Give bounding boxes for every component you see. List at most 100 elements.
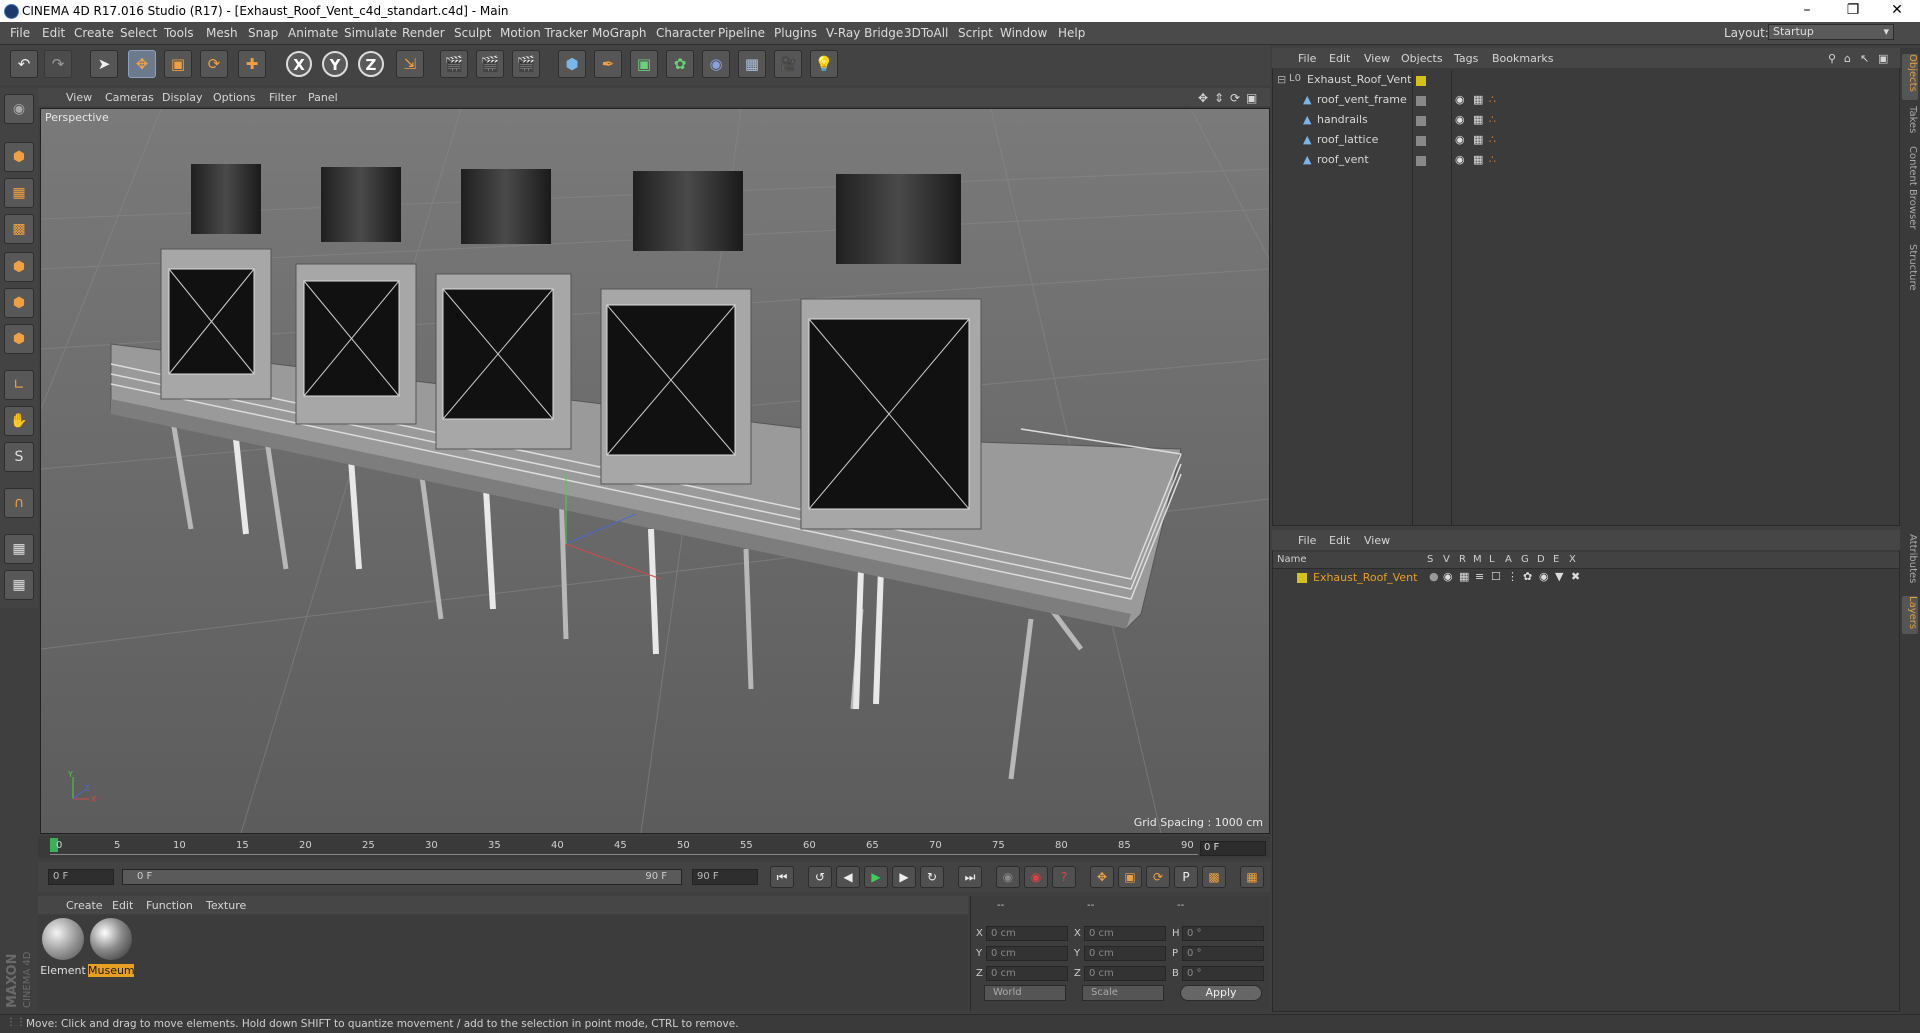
z-axis-lock-button[interactable]: Z	[358, 51, 384, 77]
object-row-roof-lattice[interactable]: ▲ roof_lattice ◉ ▦ ∴	[1273, 133, 1899, 153]
column-render[interactable]: R	[1459, 554, 1466, 565]
expression-toggle-icon[interactable]: ▼	[1555, 570, 1563, 583]
material-tag-icon[interactable]: ◉	[1455, 133, 1465, 146]
viewport-menu-options[interactable]: Options	[213, 91, 255, 104]
viewport-menu-display[interactable]: Display	[162, 91, 203, 104]
scale-view-icon[interactable]: ⇕	[1214, 91, 1224, 105]
object-name[interactable]: roof_vent_frame	[1317, 93, 1407, 106]
texture-mode-button[interactable]: ▦	[4, 178, 34, 208]
go-to-start-button[interactable]: ⏮	[770, 866, 794, 888]
autokey-button[interactable]: ◉	[1024, 866, 1048, 888]
scale-tool-button[interactable]: ▣	[164, 50, 192, 78]
material-element-label[interactable]: Element	[40, 964, 86, 977]
go-to-end-button[interactable]: ⏭	[958, 866, 982, 888]
object-row-handrails[interactable]: ▲ handrails ◉ ▦ ∴	[1273, 113, 1899, 133]
menu-window[interactable]: Window	[1000, 26, 1047, 40]
menu-character[interactable]: Character	[656, 26, 715, 40]
manager-toggle-icon[interactable]: ≡	[1475, 570, 1484, 583]
texture-tag-icon[interactable]: ▦	[1473, 153, 1483, 166]
minimize-icon[interactable]: –	[1784, 0, 1830, 22]
render-view-button[interactable]: 🎬	[440, 50, 468, 78]
column-animation[interactable]: A	[1505, 554, 1512, 565]
back-icon[interactable]: ↖	[1860, 52, 1869, 65]
column-name[interactable]: Name	[1277, 554, 1307, 565]
play-button[interactable]: ▶	[864, 866, 888, 888]
key-position-button[interactable]: ✥	[1090, 866, 1114, 888]
xref-toggle-icon[interactable]: ✖	[1571, 570, 1580, 583]
polygons-mode-button[interactable]: ⬢	[4, 324, 34, 354]
objects-menu-bookmarks[interactable]: Bookmarks	[1492, 52, 1553, 65]
apply-button[interactable]: Apply	[1180, 985, 1262, 1001]
maximize-icon[interactable]: ❐	[1830, 0, 1876, 22]
material-menu-create[interactable]: Create	[66, 899, 103, 912]
previous-frame-button[interactable]: ◀	[836, 866, 860, 888]
scale-mode-select[interactable]: Scale	[1082, 985, 1164, 1001]
objects-menu-view[interactable]: View	[1364, 52, 1390, 65]
tab-content-browser[interactable]: Content Browser	[1902, 146, 1918, 232]
layer-color-swatch[interactable]	[1416, 136, 1426, 146]
key-scale-button[interactable]: ▣	[1118, 866, 1142, 888]
layer-color-swatch[interactable]	[1416, 76, 1426, 86]
menu-tools[interactable]: Tools	[164, 26, 194, 40]
material-museum-swatch[interactable]	[90, 918, 132, 960]
menu-script[interactable]: Script	[958, 26, 993, 40]
animation-toggle-icon[interactable]: ⋮	[1507, 570, 1518, 583]
magnet-button[interactable]: ∩	[4, 488, 34, 518]
texture-tag-icon[interactable]: ▦	[1473, 113, 1483, 126]
light-button[interactable]: 💡	[810, 50, 838, 78]
timeline-ruler[interactable]	[38, 836, 1270, 858]
objects-menu-objects[interactable]: Objects	[1401, 52, 1443, 65]
layer-color-swatch[interactable]	[1416, 156, 1426, 166]
menu-3dtoall[interactable]: 3DToAll	[904, 26, 948, 40]
visible-toggle-icon[interactable]: ◉	[1443, 570, 1453, 583]
deformer-toggle-icon[interactable]: ◉	[1539, 570, 1549, 583]
move-view-icon[interactable]: ✥	[1198, 91, 1208, 105]
object-row-roof-vent[interactable]: ▲ roof_vent ◉ ▦ ∴	[1273, 153, 1899, 173]
menu-animate[interactable]: Animate	[288, 26, 338, 40]
live-selection-button[interactable]: ➤	[90, 50, 118, 78]
edges-mode-button[interactable]: ⬢	[4, 288, 34, 318]
object-row-exhaust-roof-vent[interactable]: ⊟ L0 Exhaust_Roof_Vent	[1273, 73, 1899, 93]
home-icon[interactable]: ⌂	[1844, 52, 1851, 65]
texture-tag-icon[interactable]: ▦	[1473, 133, 1483, 146]
position-x-field[interactable]: 0 cm	[986, 926, 1068, 941]
rotate-tool-button[interactable]: ⟳	[200, 50, 228, 78]
column-deformers[interactable]: D	[1537, 554, 1545, 565]
generator-toggle-icon[interactable]: ✿	[1523, 570, 1532, 583]
material-tag-icon[interactable]: ◉	[1455, 113, 1465, 126]
key-parameter-button[interactable]: P	[1174, 866, 1198, 888]
viewport-menu-cameras[interactable]: Cameras	[105, 91, 154, 104]
menu-select[interactable]: Select	[120, 26, 157, 40]
render-picture-viewer-button[interactable]: 🎬	[476, 50, 504, 78]
object-name[interactable]: roof_vent	[1317, 153, 1369, 166]
previous-key-button[interactable]: ↺	[808, 866, 832, 888]
material-tag-icon[interactable]: ◉	[1455, 93, 1465, 106]
column-xref[interactable]: X	[1569, 554, 1576, 565]
new-view-icon[interactable]: ▣	[1878, 52, 1888, 65]
column-locked[interactable]: L	[1489, 554, 1495, 565]
menu-vray-bridge[interactable]: V-Ray Bridge	[826, 26, 903, 40]
material-tag-icon[interactable]: ◉	[1455, 153, 1465, 166]
rotation-p-field[interactable]: 0 °	[1182, 946, 1264, 961]
snap-button[interactable]: S	[4, 442, 34, 472]
layer-name[interactable]: Exhaust_Roof_Vent	[1313, 571, 1417, 584]
object-name[interactable]: Exhaust_Roof_Vent	[1307, 73, 1411, 86]
tweak-mode-button[interactable]: ✋	[4, 406, 34, 436]
menu-pipeline[interactable]: Pipeline	[718, 26, 765, 40]
column-manager[interactable]: M	[1473, 554, 1482, 565]
rotation-b-field[interactable]: 0 °	[1182, 966, 1264, 981]
position-z-field[interactable]: 0 cm	[986, 966, 1068, 981]
selection-tag-icon[interactable]: ∴	[1489, 153, 1496, 166]
rotate-view-icon[interactable]: ⟳	[1230, 91, 1240, 105]
tab-layers[interactable]: Layers	[1902, 596, 1918, 634]
menu-simulate[interactable]: Simulate	[344, 26, 397, 40]
collapse-icon[interactable]: ⊟	[1277, 73, 1286, 86]
layers-menu-file[interactable]: File	[1298, 534, 1316, 547]
viewport-menu-filter[interactable]: Filter	[269, 91, 296, 104]
layer-color-swatch[interactable]	[1416, 96, 1426, 106]
material-menu-edit[interactable]: Edit	[112, 899, 133, 912]
camera-button[interactable]: 🎥	[774, 50, 802, 78]
search-icon[interactable]: ⚲	[1828, 52, 1836, 65]
cloner-button[interactable]: ✿	[666, 50, 694, 78]
workplane-mode-button[interactable]: ▩	[4, 214, 34, 244]
